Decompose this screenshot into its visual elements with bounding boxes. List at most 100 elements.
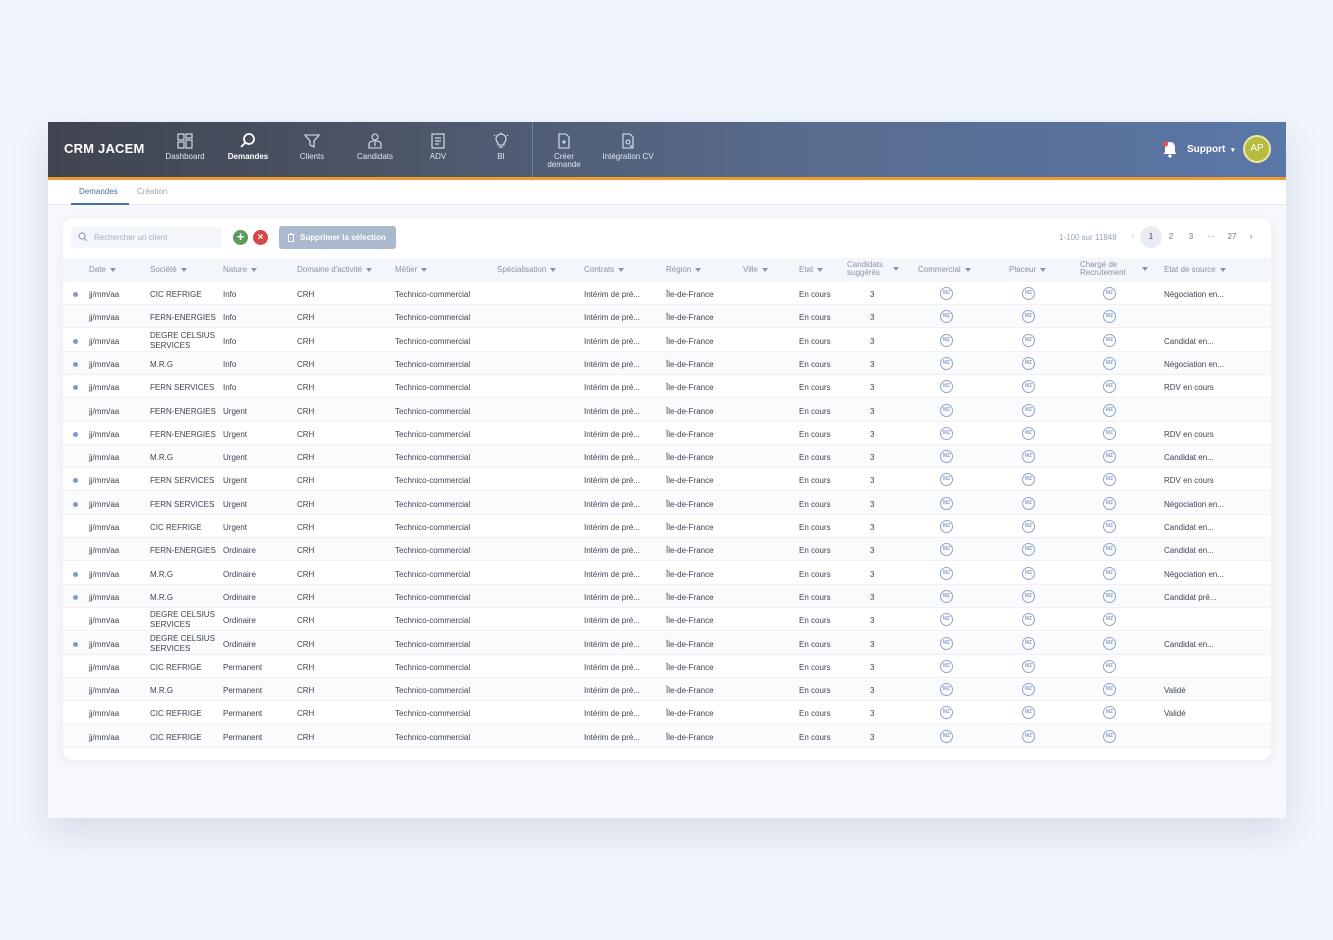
commercial-avatar[interactable]: MZ — [940, 333, 953, 347]
column-etat-source[interactable]: Etat de source — [1164, 265, 1226, 274]
placeur-avatar[interactable]: MZ — [1022, 403, 1035, 417]
table-row[interactable]: jj/mm/aa CIC REFRIGE Permanent CRH Technico-… — [63, 655, 1271, 678]
column-date[interactable]: Date — [89, 265, 116, 274]
commercial-avatar[interactable]: MZ — [940, 426, 953, 440]
recruteur-avatar[interactable]: MZ — [1103, 450, 1116, 464]
nav-adv[interactable]: ADV — [406, 132, 470, 172]
placeur-avatar[interactable]: MZ — [1022, 380, 1035, 394]
column-nature[interactable]: Nature — [223, 265, 258, 274]
placeur-avatar[interactable]: MZ — [1022, 589, 1035, 603]
table-row[interactable]: jj/mm/aa CIC REFRIGE Info CRH Technico-comme… — [63, 282, 1271, 305]
column-ville[interactable]: Ville — [743, 265, 768, 274]
placeur-avatar[interactable]: MZ — [1022, 310, 1035, 324]
table-row[interactable]: jj/mm/aa FERN-ENERGIES Ordinaire CRH Technic… — [63, 538, 1271, 562]
column-domaine[interactable]: Domaine d'activité — [297, 265, 373, 274]
table-row[interactable]: jj/mm/aa M.R.G Permanent CRH Technico-commer… — [63, 678, 1271, 702]
nav-clients[interactable]: Clients — [280, 132, 344, 172]
table-row[interactable]: jj/mm/aa M.R.G Ordinaire CRH Technico-commer… — [63, 562, 1271, 585]
placeur-avatar[interactable]: MZ — [1022, 287, 1035, 300]
table-row[interactable]: jj/mm/aa FERN-ENERGIES Info CRH Technico-com… — [63, 305, 1271, 329]
recruteur-avatar[interactable]: MZ — [1103, 310, 1116, 324]
commercial-avatar[interactable]: MZ — [940, 450, 953, 464]
pagination-page-last[interactable]: 27 — [1221, 226, 1243, 248]
commercial-avatar[interactable]: MZ — [940, 473, 953, 487]
column-etat[interactable]: Etat — [799, 265, 824, 274]
table-row[interactable]: jj/mm/aa FERN-ENERGIES Urgent CRH Technico-c… — [63, 422, 1271, 445]
notification-bell-icon[interactable] — [1162, 140, 1178, 158]
commercial-avatar[interactable]: MZ — [940, 706, 953, 720]
commercial-avatar[interactable]: MZ — [940, 589, 953, 603]
recruteur-avatar[interactable]: MZ — [1103, 287, 1116, 300]
column-commercial[interactable]: Commercial — [918, 265, 971, 274]
tab-demandes[interactable]: Demandes — [79, 187, 118, 196]
table-row[interactable]: jj/mm/aa M.R.G Urgent CRH Technico-commercia… — [63, 445, 1271, 469]
user-avatar[interactable]: AP — [1243, 135, 1271, 163]
placeur-avatar[interactable]: MZ — [1022, 356, 1035, 370]
pagination-page-3[interactable]: 3 — [1180, 226, 1202, 248]
placeur-avatar[interactable]: MZ — [1022, 520, 1035, 533]
recruteur-avatar[interactable]: MZ — [1103, 683, 1116, 697]
commercial-avatar[interactable]: MZ — [940, 380, 953, 394]
nav-creer-demande[interactable]: Créer demande — [532, 132, 596, 172]
placeur-avatar[interactable]: MZ — [1022, 450, 1035, 464]
table-row[interactable]: jj/mm/aa CIC REFRIGE Urgent CRH Technico-com… — [63, 515, 1271, 538]
table-row[interactable]: jj/mm/aa FERN-ENERGIES Urgent CRH Technico-c… — [63, 398, 1271, 422]
placeur-avatar[interactable]: MZ — [1022, 426, 1035, 440]
nav-bi[interactable]: BI — [469, 132, 533, 172]
recruteur-avatar[interactable]: MZ — [1103, 566, 1116, 580]
placeur-avatar[interactable]: MZ — [1022, 333, 1035, 347]
commercial-avatar[interactable]: MZ — [940, 356, 953, 370]
table-row[interactable]: jj/mm/aa CIC REFRIGE Permanent CRH Technico-… — [63, 724, 1271, 748]
table-row[interactable]: jj/mm/aa M.R.G Ordinaire CRH Technico-commer… — [63, 584, 1271, 608]
commercial-avatar[interactable]: MZ — [940, 613, 953, 627]
recruteur-avatar[interactable]: MZ — [1103, 380, 1116, 394]
recruteur-avatar[interactable]: MZ — [1103, 403, 1116, 417]
commercial-avatar[interactable]: MZ — [940, 683, 953, 697]
placeur-avatar[interactable]: MZ — [1022, 729, 1035, 743]
commercial-avatar[interactable]: MZ — [940, 659, 953, 673]
client-search-input[interactable] — [94, 227, 219, 248]
tab-creation[interactable]: Création — [137, 187, 167, 196]
nav-dashboard[interactable]: Dashboard — [153, 132, 217, 172]
pagination-page-2[interactable]: 2 — [1160, 226, 1182, 248]
recruteur-avatar[interactable]: MZ — [1103, 636, 1116, 650]
recruteur-avatar[interactable]: MZ — [1103, 473, 1116, 487]
placeur-avatar[interactable]: MZ — [1022, 473, 1035, 487]
placeur-avatar[interactable]: MZ — [1022, 659, 1035, 673]
commercial-avatar[interactable]: MZ — [940, 520, 953, 533]
placeur-avatar[interactable]: MZ — [1022, 613, 1035, 627]
commercial-avatar[interactable]: MZ — [940, 287, 953, 300]
nav-integration-cv[interactable]: Intégration CV — [596, 132, 660, 172]
table-row[interactable]: jj/mm/aa FERN SERVICES Urgent CRH Technico-c… — [63, 468, 1271, 492]
commercial-avatar[interactable]: MZ — [940, 636, 953, 650]
commercial-avatar[interactable]: MZ — [940, 403, 953, 417]
nav-demandes[interactable]: Demandes — [216, 132, 280, 172]
remove-button[interactable]: × — [253, 230, 268, 245]
recruteur-avatar[interactable]: MZ — [1103, 496, 1116, 510]
table-row[interactable]: jj/mm/aa FERN SERVICES Urgent CRH Technico-c… — [63, 491, 1271, 515]
commercial-avatar[interactable]: MZ — [940, 729, 953, 743]
recruteur-avatar[interactable]: MZ — [1103, 543, 1116, 557]
recruteur-avatar[interactable]: MZ — [1103, 613, 1116, 627]
column-contrats[interactable]: Contrats — [584, 265, 625, 274]
column-region[interactable]: Région — [666, 265, 702, 274]
recruteur-avatar[interactable]: MZ — [1103, 333, 1116, 347]
placeur-avatar[interactable]: MZ — [1022, 566, 1035, 580]
table-row[interactable]: jj/mm/aa M.R.G Info CRH Technico-commercial I… — [63, 351, 1271, 375]
placeur-avatar[interactable]: MZ — [1022, 496, 1035, 510]
user-menu[interactable]: Support ▾ — [1187, 144, 1235, 155]
recruteur-avatar[interactable]: MZ — [1103, 706, 1116, 720]
placeur-avatar[interactable]: MZ — [1022, 706, 1035, 720]
table-row[interactable]: jj/mm/aa DEGRE CELSIUS SERVICES Ordinaire C… — [63, 608, 1271, 632]
column-specialisation[interactable]: Spécialisation — [497, 265, 557, 274]
recruteur-avatar[interactable]: MZ — [1103, 729, 1116, 743]
table-row[interactable]: jj/mm/aa FERN SERVICES Info CRH Technico-com… — [63, 375, 1271, 399]
recruteur-avatar[interactable]: MZ — [1103, 589, 1116, 603]
column-charge-recrutement[interactable]: Chargé de Recrutement — [1080, 261, 1148, 277]
recruteur-avatar[interactable]: MZ — [1103, 356, 1116, 370]
placeur-avatar[interactable]: MZ — [1022, 543, 1035, 557]
pagination-page-1[interactable]: 1 — [1140, 226, 1162, 248]
recruteur-avatar[interactable]: MZ — [1103, 659, 1116, 673]
add-button[interactable]: + — [233, 230, 248, 245]
pagination-next[interactable]: › — [1245, 226, 1257, 248]
